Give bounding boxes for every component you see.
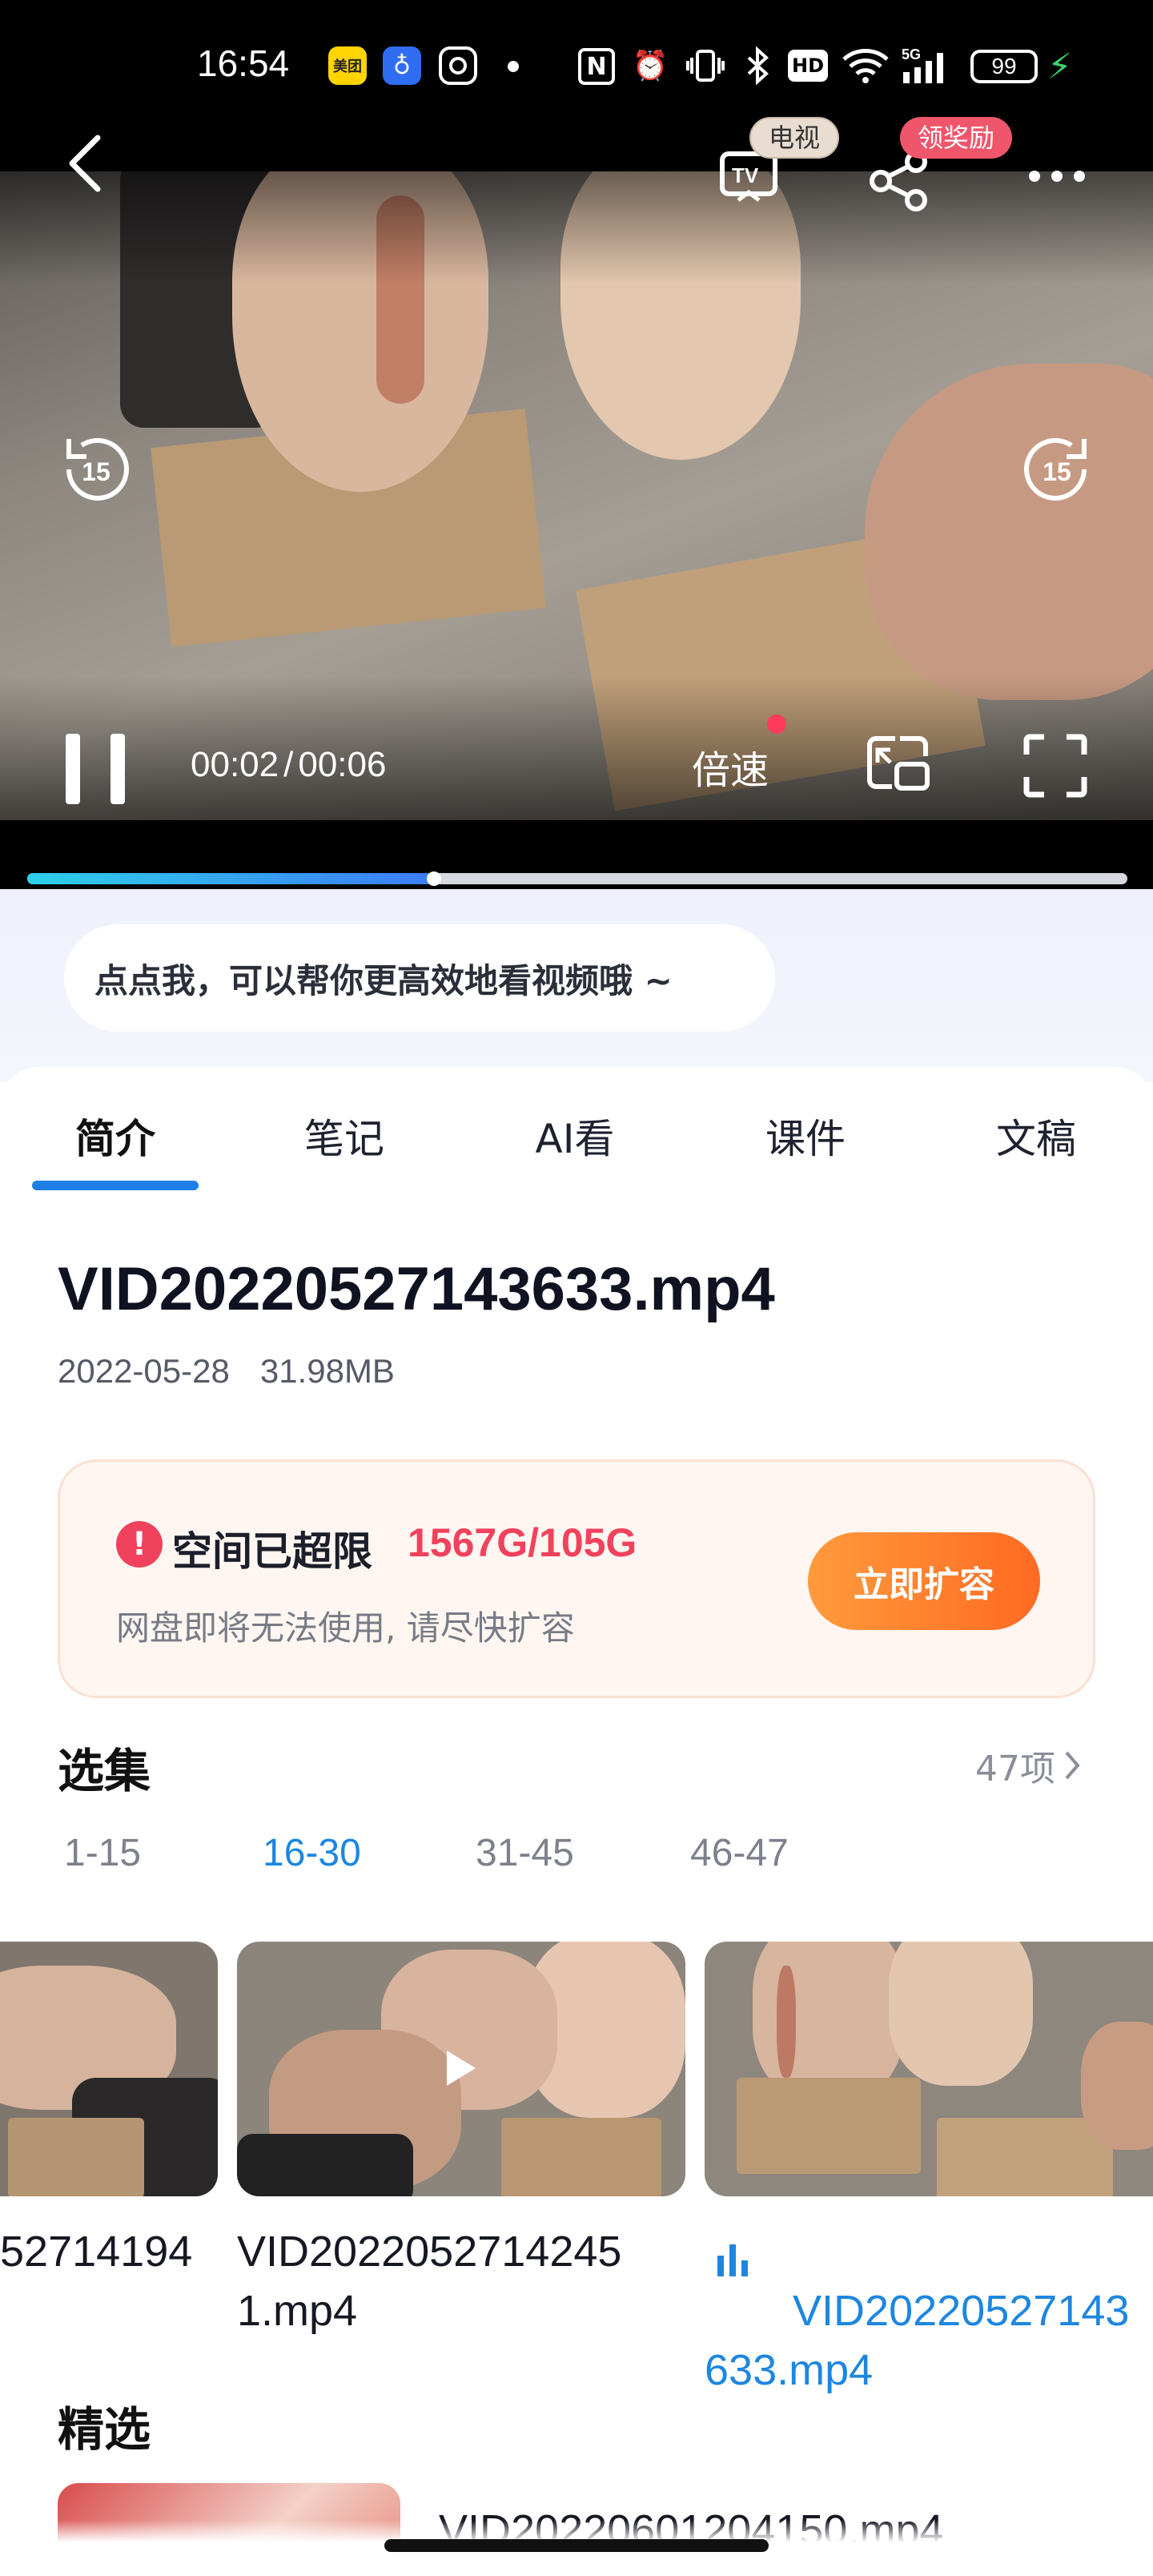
episode-name-playing[interactable]: VID20220527143 633.mp4 xyxy=(705,2222,1153,2400)
svg-text:5G: 5G xyxy=(902,46,921,62)
baidu-app-icon: ♁ xyxy=(383,46,421,85)
total-duration: 00:06 xyxy=(298,745,387,784)
forward-15-button[interactable]: 15 xyxy=(1018,431,1095,508)
video-player[interactable] xyxy=(0,171,1153,820)
tab-transcript[interactable]: 文稿 xyxy=(956,1107,1116,1165)
signal-5g-icon: 5G xyxy=(900,45,956,87)
file-size: 31.98MB xyxy=(259,1352,395,1390)
active-tab-indicator xyxy=(32,1181,199,1190)
home-indicator[interactable] xyxy=(384,2539,769,2552)
tab-courseware[interactable]: 课件 xyxy=(725,1107,886,1165)
meituan-app-icon: 美团 xyxy=(328,46,367,85)
episodes-title: 选集 xyxy=(58,1744,151,1798)
episodes-count-link[interactable]: 47项 xyxy=(975,1740,1083,1791)
alarm-icon: ⏰ xyxy=(632,50,669,83)
more-options-button[interactable] xyxy=(1025,160,1089,192)
episode-thumbnail[interactable] xyxy=(0,1942,218,2196)
wifi-icon xyxy=(841,45,890,87)
time-separator: / xyxy=(283,745,294,784)
tv-badge: 电视 xyxy=(749,117,840,159)
picture-in-picture-button[interactable] xyxy=(863,732,932,796)
svg-text:15: 15 xyxy=(82,457,110,486)
tab-bar: 简介 笔记 AI看 课件 文稿 xyxy=(0,1093,1153,1189)
episode-name[interactable]: VID2022052714245 1.mp4 xyxy=(237,2222,685,2341)
expand-storage-button[interactable]: 立即扩容 xyxy=(808,1532,1040,1630)
episode-thumbnail[interactable] xyxy=(705,1942,1153,2196)
svg-text:15: 15 xyxy=(1043,457,1071,486)
file-meta: 2022-05-28 31.98MB xyxy=(58,1352,425,1391)
storage-quota-card: ! 空间已超限 1567G/105G 网盘即将无法使用, 请尽快扩容 立即扩容 xyxy=(58,1459,1095,1698)
tab-notes[interactable]: 笔记 xyxy=(264,1107,424,1165)
battery-indicator: 99 xyxy=(970,50,1038,83)
nfc-icon: N xyxy=(578,48,615,85)
pause-button[interactable] xyxy=(64,729,131,809)
assistant-tip[interactable]: 点点我，可以帮你更高效地看视频哦 ~ xyxy=(64,924,775,1032)
file-title: VID20220527143633.mp4 xyxy=(58,1255,775,1323)
tab-intro[interactable]: 简介 xyxy=(35,1107,195,1165)
notification-dot-icon xyxy=(508,61,519,72)
quota-subtitle: 网盘即将无法使用, 请尽快扩容 xyxy=(116,1608,575,1648)
status-time: 16:54 xyxy=(197,42,290,84)
featured-title: 精选 xyxy=(58,2402,151,2457)
quota-usage: 1567G/105G xyxy=(408,1520,637,1565)
range-tab-46-47[interactable]: 46-47 xyxy=(690,1831,789,1875)
quota-title: 空间已超限 xyxy=(172,1528,372,1575)
hd-icon: HD xyxy=(788,50,828,82)
new-feature-dot xyxy=(767,714,786,734)
range-tab-31-45[interactable]: 31-45 xyxy=(476,1831,574,1875)
range-tab-1-15[interactable]: 1-15 xyxy=(64,1831,141,1875)
rewind-15-button[interactable]: 15 xyxy=(58,431,135,508)
range-tab-16-30[interactable]: 16-30 xyxy=(263,1831,361,1875)
video-frame-shape xyxy=(865,364,1153,700)
vibrate-icon xyxy=(685,45,725,87)
progress-fill xyxy=(27,873,435,884)
fullscreen-button[interactable] xyxy=(1022,732,1089,799)
episodes-count: 47项 xyxy=(975,1749,1055,1789)
chevron-right-icon xyxy=(1065,1751,1080,1780)
svg-text:TV: TV xyxy=(732,163,759,187)
playback-speed-button[interactable]: 倍速 xyxy=(692,739,769,795)
charging-icon: ⚡ xyxy=(1047,46,1072,87)
bluetooth-icon xyxy=(741,45,773,87)
play-icon xyxy=(447,2051,476,2086)
reward-badge[interactable]: 领奖励 xyxy=(900,117,1013,159)
playback-time: 00:02/00:06 xyxy=(191,745,386,785)
current-time: 00:02 xyxy=(191,745,279,784)
back-button[interactable] xyxy=(62,131,110,195)
file-date: 2022-05-28 xyxy=(58,1352,230,1390)
instagram-icon xyxy=(439,46,477,85)
episode-thumbnail[interactable] xyxy=(237,1942,685,2196)
alert-icon: ! xyxy=(116,1521,163,1568)
tab-ai-watch[interactable]: AI看 xyxy=(495,1107,655,1165)
episode-name[interactable]: 52714194 xyxy=(0,2222,218,2281)
